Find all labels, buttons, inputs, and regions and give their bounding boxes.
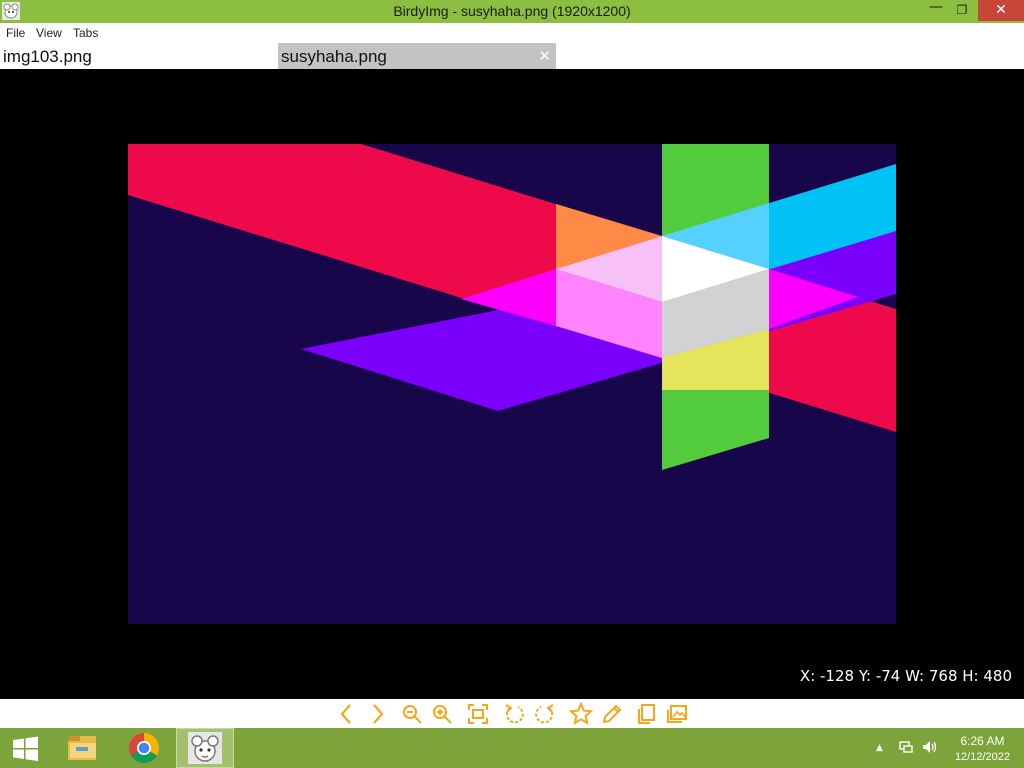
zoom-out-button[interactable]: [400, 702, 424, 726]
tab-img103[interactable]: img103.png: [0, 43, 270, 69]
file-explorer-icon: [68, 736, 96, 760]
zoom-out-icon: [403, 705, 422, 724]
image-viewer[interactable]: X: -128 Y: -74 W: 768 H: 480: [0, 69, 1024, 699]
coordinate-readout: X: -128 Y: -74 W: 768 H: 480: [799, 667, 1012, 685]
menu-view[interactable]: View: [36, 26, 62, 40]
network-icon[interactable]: [898, 739, 914, 758]
taskbar-birdyimg[interactable]: [176, 728, 234, 768]
rotate-left-button[interactable]: [502, 702, 526, 726]
tab-susyhaha[interactable]: susyhaha.png ✕: [278, 43, 556, 69]
edit-button[interactable]: [600, 702, 624, 726]
birdyimg-window: BirdyImg - susyhaha.png (1920x1200) — ❐ …: [0, 0, 1024, 768]
rotate-right-button[interactable]: [533, 702, 557, 726]
taskbar-chrome[interactable]: [115, 728, 173, 768]
system-clock[interactable]: 6:26 AM 12/12/2022: [955, 733, 1010, 765]
tab-close-icon[interactable]: ✕: [538, 47, 551, 65]
tab-bar: img103.png susyhaha.png ✕: [0, 43, 1024, 69]
volume-icon[interactable]: [921, 739, 939, 758]
chevron-left-icon: [340, 704, 351, 724]
taskbar-file-explorer[interactable]: [54, 728, 112, 768]
chevron-right-icon: [373, 704, 384, 724]
bottom-toolbar: [0, 699, 1024, 728]
star-icon: [568, 701, 594, 726]
tab-label: img103.png: [3, 47, 92, 66]
show-hidden-icons-button[interactable]: ▲: [876, 743, 883, 753]
restore-button[interactable]: ❐: [947, 0, 977, 21]
rotate-left-icon: [505, 704, 524, 724]
favorite-button[interactable]: [568, 701, 594, 726]
copy-icon: [638, 704, 655, 724]
clock-date: 12/12/2022: [954, 751, 1010, 763]
fit-screen-button[interactable]: [466, 702, 490, 726]
zoom-in-icon: [433, 705, 452, 724]
zoom-in-button[interactable]: [430, 702, 454, 726]
clock-time: 6:26 AM: [960, 734, 1005, 748]
chrome-icon: [129, 733, 160, 764]
gallery-button[interactable]: [665, 702, 689, 726]
window-title: BirdyImg - susyhaha.png (1920x1200): [393, 3, 631, 19]
fit-screen-icon: [468, 704, 488, 724]
menu-bar: File View Tabs: [0, 23, 1024, 43]
menu-file[interactable]: File: [6, 26, 25, 40]
next-image-button[interactable]: [365, 702, 389, 726]
pencil-icon: [602, 704, 622, 724]
copy-button[interactable]: [634, 702, 658, 726]
displayed-image: [128, 144, 896, 624]
previous-image-button[interactable]: [335, 702, 359, 726]
birdyimg-app-icon: [188, 732, 222, 764]
start-button[interactable]: [0, 728, 58, 768]
windows-start-icon: [13, 736, 38, 761]
rotate-right-icon: [535, 704, 554, 724]
close-button[interactable]: ✕: [978, 0, 1024, 21]
taskbar: ▲ 6:26 AM 12/12/2022: [0, 728, 1024, 768]
tab-label: susyhaha.png: [281, 47, 387, 66]
menu-tabs[interactable]: Tabs: [73, 26, 98, 40]
gallery-icon: [667, 705, 687, 723]
title-bar[interactable]: BirdyImg - susyhaha.png (1920x1200) — ❐ …: [0, 0, 1024, 23]
